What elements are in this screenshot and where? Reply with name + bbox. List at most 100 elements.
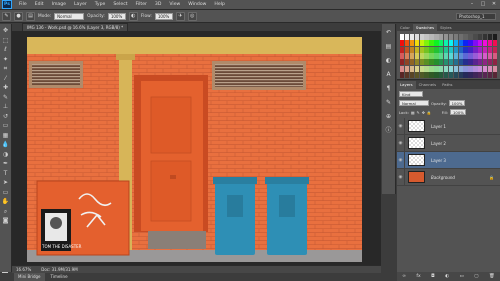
visibility-eye-icon[interactable]: ◉ bbox=[397, 168, 405, 186]
color-swatch[interactable] bbox=[439, 72, 444, 78]
color-swatch[interactable] bbox=[487, 40, 493, 47]
adjustment-layer-icon[interactable]: ◐ bbox=[445, 274, 449, 279]
color-swatch[interactable] bbox=[409, 40, 415, 47]
zoom-tool-icon[interactable]: ⌕ bbox=[1, 207, 11, 217]
close-button[interactable]: ✕ bbox=[490, 1, 498, 8]
document-tab[interactable]: IMG 136 - Work.psd @ 16.6% (Layer 3, RGB… bbox=[22, 23, 129, 31]
color-swatch[interactable] bbox=[458, 72, 463, 78]
color-swatch[interactable] bbox=[439, 34, 444, 40]
color-swatch[interactable] bbox=[429, 40, 434, 47]
color-swatch[interactable] bbox=[448, 72, 454, 78]
color-swatch[interactable] bbox=[443, 34, 449, 40]
clone-source-panel-icon[interactable]: ⊕ bbox=[384, 112, 393, 121]
gradient-tool-icon[interactable]: ▦ bbox=[1, 131, 11, 141]
color-swatch[interactable] bbox=[453, 40, 458, 47]
menu-layer[interactable]: Layer bbox=[70, 2, 91, 7]
path-select-tool-icon[interactable]: ➤ bbox=[1, 178, 11, 188]
workspace-select[interactable]: Photoshop_1 bbox=[456, 13, 496, 20]
color-swatch[interactable] bbox=[404, 34, 410, 40]
link-layers-icon[interactable]: ∞ bbox=[402, 274, 406, 279]
color-swatch[interactable] bbox=[424, 34, 429, 40]
color-swatch[interactable] bbox=[482, 53, 488, 59]
tab-swatches[interactable]: Swatches bbox=[412, 24, 438, 31]
color-swatch[interactable] bbox=[468, 59, 473, 66]
color-swatch[interactable] bbox=[429, 53, 434, 59]
color-swatch[interactable] bbox=[414, 34, 419, 40]
character-panel-icon[interactable]: A bbox=[384, 70, 393, 79]
quick-mask-icon[interactable]: ◙ bbox=[1, 216, 11, 226]
color-swatch[interactable] bbox=[463, 59, 468, 66]
color-swatch[interactable] bbox=[478, 53, 483, 59]
pressure-opacity-icon[interactable]: ◐ bbox=[128, 11, 138, 21]
visibility-eye-icon[interactable]: ◉ bbox=[397, 151, 405, 169]
color-swatch[interactable] bbox=[419, 46, 424, 53]
color-swatch[interactable] bbox=[473, 59, 478, 66]
menu-select[interactable]: Select bbox=[109, 2, 131, 7]
color-swatch[interactable] bbox=[443, 40, 449, 47]
color-swatch[interactable] bbox=[400, 53, 405, 59]
document-canvas[interactable]: TOM THE DISASTER bbox=[27, 37, 362, 262]
color-swatch[interactable] bbox=[439, 46, 444, 53]
crop-tool-icon[interactable]: ⌗ bbox=[1, 64, 11, 74]
color-swatch[interactable] bbox=[434, 40, 439, 47]
airbrush-icon[interactable]: ✈ bbox=[175, 11, 185, 21]
color-swatch[interactable] bbox=[478, 59, 483, 66]
color-swatch[interactable] bbox=[468, 34, 473, 40]
flow-field[interactable]: 100% bbox=[154, 12, 173, 20]
color-swatch[interactable] bbox=[400, 46, 405, 53]
color-swatch[interactable] bbox=[453, 65, 458, 72]
group-icon[interactable]: ▭ bbox=[460, 274, 464, 279]
layer-row-layer-3[interactable]: ◉ Layer 3 bbox=[397, 151, 500, 169]
color-swatch[interactable] bbox=[463, 72, 468, 78]
eraser-tool-icon[interactable]: ▭ bbox=[1, 121, 11, 131]
hand-tool-icon[interactable]: ✋ bbox=[1, 197, 11, 207]
color-swatch[interactable] bbox=[463, 40, 468, 47]
pressure-size-icon[interactable]: ◎ bbox=[187, 11, 197, 21]
color-swatch[interactable] bbox=[414, 72, 419, 78]
menu-image[interactable]: Image bbox=[48, 2, 70, 7]
color-swatch[interactable] bbox=[400, 40, 405, 47]
layer-filter-kind[interactable]: Kind bbox=[399, 91, 423, 97]
color-swatch[interactable] bbox=[487, 65, 493, 72]
color-swatch[interactable] bbox=[478, 40, 483, 47]
color-swatch[interactable] bbox=[409, 46, 415, 53]
color-swatch[interactable] bbox=[429, 46, 434, 53]
color-swatch[interactable] bbox=[439, 40, 444, 47]
brush-tool-icon[interactable]: ✎ bbox=[1, 93, 11, 103]
lock-transparent-icon[interactable]: ▦ bbox=[411, 110, 415, 115]
brush-panel-icon[interactable]: ✎ bbox=[384, 98, 393, 107]
color-swatch[interactable] bbox=[434, 72, 439, 78]
layer-row-layer-1[interactable]: ◉ Layer 1 bbox=[397, 117, 500, 135]
color-swatch[interactable] bbox=[419, 65, 424, 72]
color-swatch[interactable] bbox=[463, 34, 468, 40]
color-swatch[interactable] bbox=[468, 65, 473, 72]
color-swatch[interactable] bbox=[458, 53, 463, 59]
color-swatch[interactable] bbox=[414, 65, 419, 72]
color-swatch[interactable] bbox=[473, 65, 478, 72]
color-swatch[interactable] bbox=[404, 72, 410, 78]
layer-style-icon[interactable]: fx bbox=[416, 274, 420, 279]
color-swatch[interactable] bbox=[434, 53, 439, 59]
color-swatch[interactable] bbox=[453, 72, 458, 78]
color-swatch[interactable] bbox=[409, 65, 415, 72]
eyedropper-tool-icon[interactable]: ⁄ bbox=[1, 74, 11, 84]
color-swatch[interactable] bbox=[487, 46, 493, 53]
quick-select-tool-icon[interactable]: ✦ bbox=[1, 55, 11, 65]
lock-pixels-icon[interactable]: ✎ bbox=[417, 110, 420, 115]
color-swatch[interactable] bbox=[424, 40, 429, 47]
color-swatch[interactable] bbox=[409, 59, 415, 66]
color-swatch[interactable] bbox=[453, 53, 458, 59]
color-swatch[interactable] bbox=[468, 72, 473, 78]
tab-mini-bridge[interactable]: Mini Bridge bbox=[14, 273, 45, 281]
type-tool-icon[interactable]: T bbox=[1, 169, 11, 179]
color-swatch[interactable] bbox=[434, 34, 439, 40]
color-swatch[interactable] bbox=[482, 34, 488, 40]
add-mask-icon[interactable]: ◘ bbox=[431, 274, 435, 279]
color-swatch[interactable] bbox=[400, 65, 405, 72]
color-swatch[interactable] bbox=[409, 72, 415, 78]
color-swatch[interactable] bbox=[458, 40, 463, 47]
color-swatch[interactable] bbox=[458, 59, 463, 66]
tab-layers[interactable]: Layers bbox=[397, 81, 416, 89]
color-swatch[interactable] bbox=[448, 46, 454, 53]
menu-view[interactable]: View bbox=[165, 2, 184, 7]
